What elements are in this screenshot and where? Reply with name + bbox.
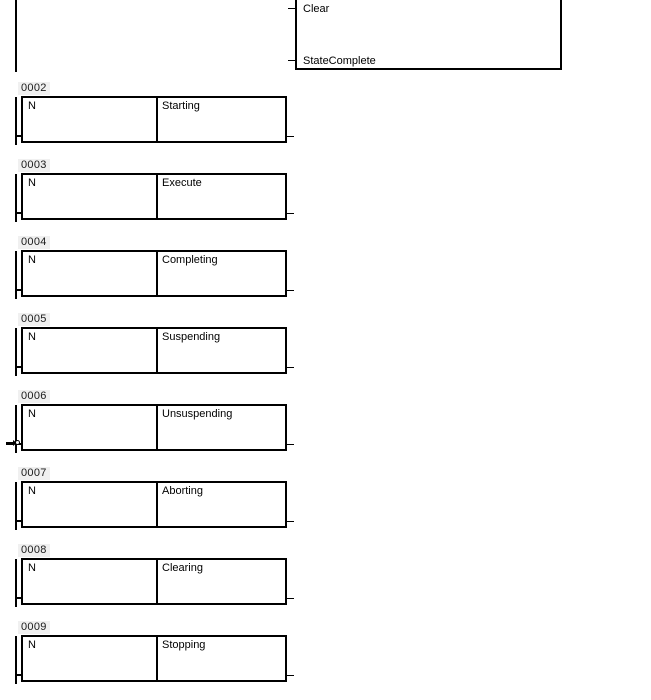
action-block-suspending[interactable]: N Suspending [21, 327, 287, 374]
rung-number-label-0003: 0003 [18, 159, 50, 172]
rung-output-stub [287, 675, 294, 676]
rung-output-stub [287, 367, 294, 368]
action-cell-divider [156, 637, 158, 680]
action-cell-divider [156, 329, 158, 372]
power-rail-top-segment [15, 0, 17, 72]
action-cell-divider [156, 98, 158, 141]
action-qualifier-label: N [28, 254, 36, 266]
top-block-label-clear: Clear [303, 3, 330, 15]
rung-output-stub [287, 598, 294, 599]
action-qualifier-label: N [28, 485, 36, 497]
action-cell-divider [156, 560, 158, 603]
action-qualifier-label: N [28, 177, 36, 189]
action-block-stopping[interactable]: N Stopping [21, 635, 287, 682]
action-name-label: Starting [162, 100, 200, 112]
power-rail-segment [15, 559, 17, 607]
top-block-label-statecomplete: StateComplete [303, 55, 376, 67]
rung-output-stub [287, 444, 294, 445]
scrolled-action-block[interactable]: Clear StateComplete [295, 0, 562, 70]
action-name-label: Unsuspending [162, 408, 233, 420]
rung-number-label-0005: 0005 [18, 313, 50, 326]
action-name-label: Stopping [162, 639, 206, 651]
power-rail-segment [15, 405, 17, 453]
rung-number-label-0006: 0006 [18, 390, 50, 403]
power-rail-segment [15, 482, 17, 530]
action-name-label: Suspending [162, 331, 221, 343]
rung-output-stub [287, 521, 294, 522]
rung-number-label-0007: 0007 [18, 467, 50, 480]
power-rail-segment [15, 636, 17, 684]
action-name-label: Aborting [162, 485, 203, 497]
action-name-label: Completing [162, 254, 218, 266]
action-cell-divider [156, 406, 158, 449]
edit-cursor-arrow-icon [6, 440, 17, 446]
action-qualifier-label: N [28, 331, 36, 343]
action-name-label: Clearing [162, 562, 203, 574]
action-block-aborting[interactable]: N Aborting [21, 481, 287, 528]
action-name-label: Execute [162, 177, 202, 189]
action-qualifier-label: N [28, 562, 36, 574]
ladder-editor-canvas[interactable]: Clear StateComplete 0002 N Starting 0003… [0, 0, 651, 700]
power-rail-segment [15, 174, 17, 222]
power-rail-segment [15, 97, 17, 145]
rung-number-label-0002: 0002 [18, 82, 50, 95]
power-rail-segment [15, 328, 17, 376]
action-qualifier-label: N [28, 639, 36, 651]
action-block-execute[interactable]: N Execute [21, 173, 287, 220]
rung-output-stub [287, 213, 294, 214]
power-rail-segment [15, 251, 17, 299]
action-block-unsuspending[interactable]: N Unsuspending [21, 404, 287, 451]
rung-output-stub [287, 290, 294, 291]
rung-number-label-0008: 0008 [18, 544, 50, 557]
action-qualifier-label: N [28, 408, 36, 420]
action-cell-divider [156, 175, 158, 218]
rung-number-label-0009: 0009 [18, 621, 50, 634]
rung-number-label-0004: 0004 [18, 236, 50, 249]
action-block-starting[interactable]: N Starting [21, 96, 287, 143]
action-block-clearing[interactable]: N Clearing [21, 558, 287, 605]
action-block-completing[interactable]: N Completing [21, 250, 287, 297]
action-qualifier-label: N [28, 100, 36, 112]
rung-output-stub [287, 136, 294, 137]
action-cell-divider [156, 483, 158, 526]
action-cell-divider [156, 252, 158, 295]
